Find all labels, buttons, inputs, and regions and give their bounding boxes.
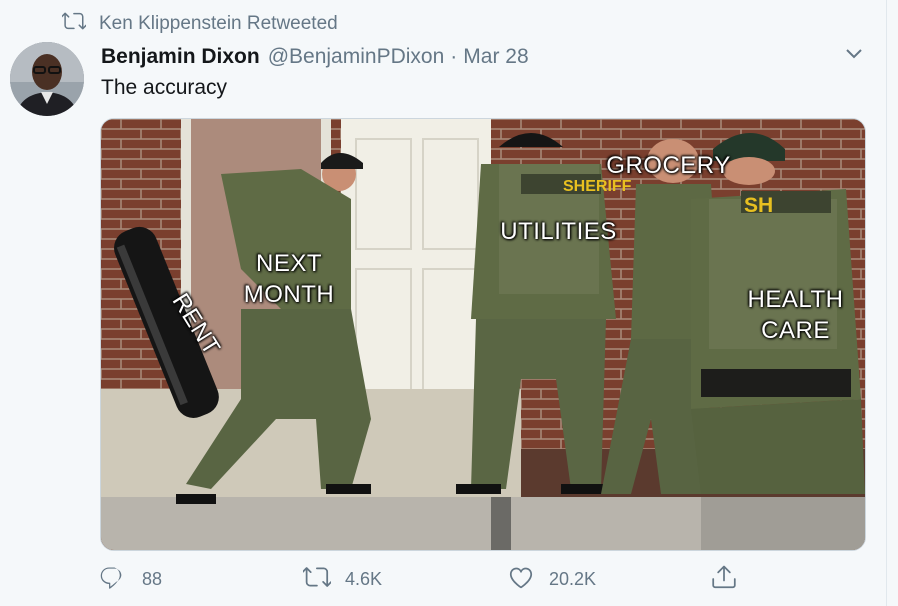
meme-label-grocery: GROCERY	[606, 152, 731, 179]
tweet-text: The accuracy	[101, 76, 228, 99]
tweet-date[interactable]: Mar 28	[463, 45, 528, 69]
avatar[interactable]	[10, 42, 84, 116]
retweet-context: Ken Klippenstein Retweeted	[60, 9, 338, 39]
tweet-actions: 88 4.6K 20.2K	[100, 563, 860, 595]
author-handle[interactable]: @BenjaminPDixon	[268, 45, 445, 69]
retweet-icon	[60, 9, 99, 39]
tweet-media-image[interactable]: SHERIFF SH RENT NEXT MONTH UTILITIES GRO…	[100, 118, 866, 551]
tweet-header: Benjamin Dixon @BenjaminPDixon · Mar 28	[101, 42, 529, 72]
reply-count: 88	[142, 568, 163, 589]
like-button[interactable]: 20.2K	[507, 563, 596, 595]
meme-label-next-month: NEXT MONTH	[243, 250, 335, 308]
like-count: 20.2K	[549, 568, 597, 589]
retweet-button[interactable]: 4.6K	[301, 563, 383, 596]
retweet-label[interactable]: Ken Klippenstein Retweeted	[99, 13, 338, 35]
tweet[interactable]: Ken Klippenstein Retweeted Benjamin Dixo…	[0, 0, 887, 606]
share-button[interactable]	[710, 563, 752, 595]
share-icon	[710, 563, 752, 596]
heart-icon	[507, 563, 549, 596]
meme-label-health-care: HEALTH CARE	[747, 286, 844, 344]
reply-icon	[100, 563, 142, 596]
vest-text-sheriff-partial: SH	[744, 194, 773, 217]
retweet-count: 4.6K	[345, 568, 383, 589]
separator: ·	[450, 45, 458, 68]
retweet-action-icon	[301, 563, 345, 596]
meme-label-utilities: UTILITIES	[500, 218, 617, 245]
reply-button[interactable]: 88	[100, 563, 162, 595]
author-name[interactable]: Benjamin Dixon	[101, 45, 260, 69]
chevron-down-icon[interactable]	[841, 40, 867, 66]
